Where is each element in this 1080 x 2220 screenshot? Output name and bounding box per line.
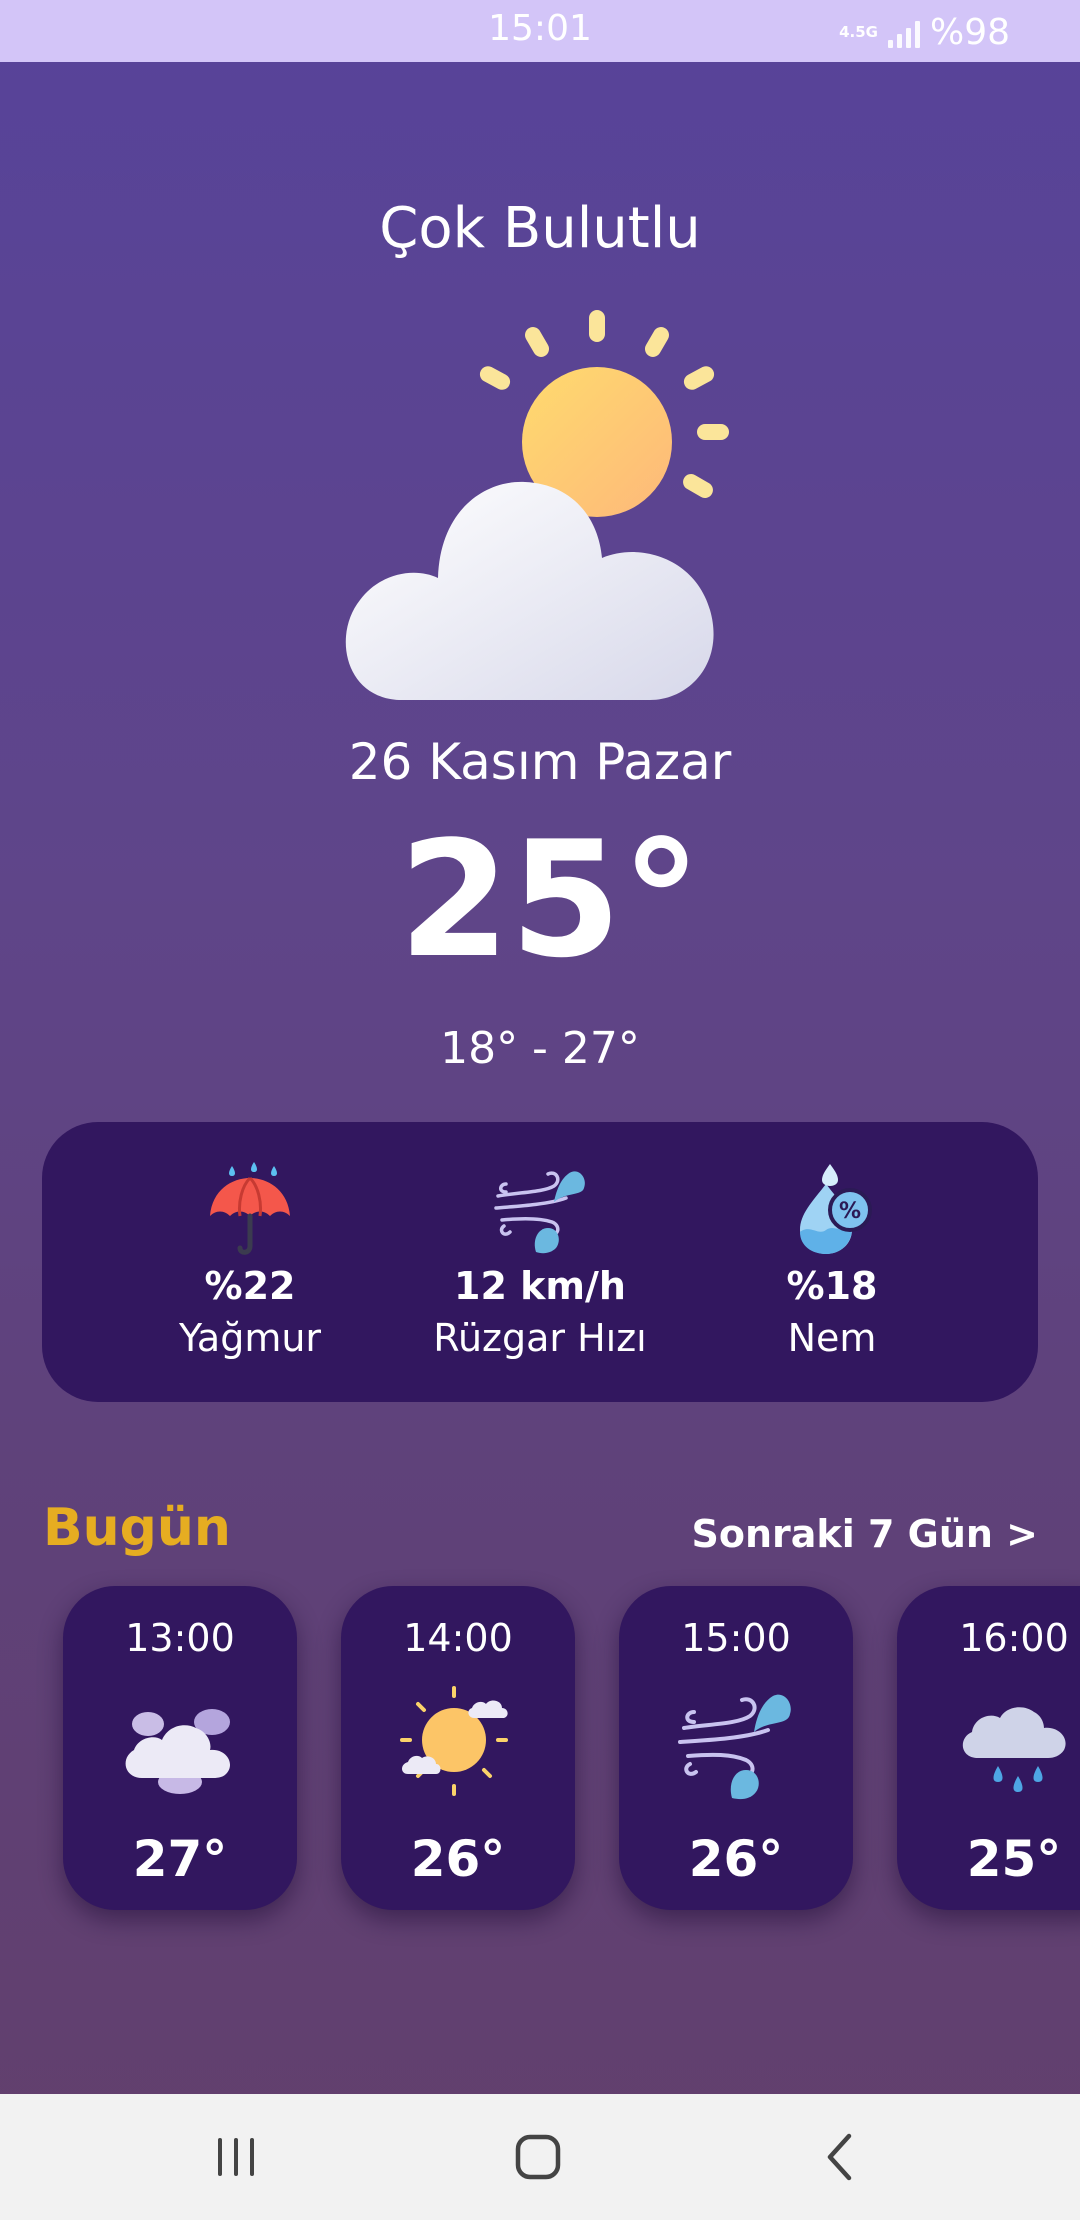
hour-time: 14:00 bbox=[403, 1616, 513, 1660]
sun-behind-cloud-icon bbox=[345, 310, 729, 700]
signal-icon bbox=[887, 18, 920, 48]
hour-temp: 25° bbox=[966, 1830, 1062, 1888]
hour-time: 15:00 bbox=[681, 1616, 791, 1660]
wind-label: Rüzgar Hızı bbox=[433, 1316, 647, 1360]
sun-cloud-icon bbox=[400, 1686, 508, 1796]
next-7-days-link[interactable]: Sonraki 7 Gün > bbox=[692, 1512, 1038, 1556]
hour-temp: 26° bbox=[688, 1830, 784, 1888]
rain-cloud-icon bbox=[962, 1707, 1066, 1792]
hour-time: 16:00 bbox=[959, 1616, 1069, 1660]
hour-temp: 26° bbox=[410, 1830, 506, 1888]
stat-humidity: % %18 Nem bbox=[682, 1162, 982, 1360]
hour-card[interactable]: 15:00 26° bbox=[619, 1586, 853, 1910]
today-title: Bugün bbox=[43, 1498, 231, 1558]
wind-icon bbox=[678, 1694, 791, 1800]
humidity-value: %18 bbox=[786, 1264, 878, 1308]
recent-apps-icon[interactable] bbox=[201, 2122, 271, 2192]
stat-rain: %22 Yağmur bbox=[100, 1162, 400, 1360]
rain-value: %22 bbox=[204, 1264, 296, 1308]
stat-wind: 12 km/h Rüzgar Hızı bbox=[390, 1162, 690, 1360]
home-icon[interactable] bbox=[503, 2122, 573, 2192]
umbrella-icon bbox=[210, 1162, 290, 1255]
battery-level: %98 bbox=[929, 12, 1010, 53]
weather-stats-card: %22 Yağmur 12 km/h Rüzgar Hızı % %18 Nem bbox=[42, 1122, 1038, 1402]
humidity-label: Nem bbox=[787, 1316, 877, 1360]
rain-label: Yağmur bbox=[178, 1316, 322, 1360]
temperature-range: 18° - 27° bbox=[440, 1023, 640, 1074]
weather-condition: Çok Bulutlu bbox=[379, 196, 701, 261]
back-icon[interactable] bbox=[805, 2122, 875, 2192]
date-label: 26 Kasım Pazar bbox=[348, 733, 732, 791]
humidity-icon: % bbox=[800, 1164, 872, 1254]
weather-screen: 15:01 4.5G %98 Çok Bulutlu 26 Kasım Paza… bbox=[0, 0, 1080, 2220]
hour-card[interactable]: 14:00 26° bbox=[341, 1586, 575, 1910]
clouds-icon bbox=[125, 1709, 231, 1794]
network-type-icon: 4.5G bbox=[839, 23, 878, 41]
hour-card[interactable]: 16:00 25° bbox=[897, 1586, 1080, 1910]
svg-text:%: % bbox=[839, 1199, 861, 1224]
hour-temp: 27° bbox=[132, 1830, 228, 1888]
hour-card[interactable]: 13:00 27° bbox=[63, 1586, 297, 1910]
wind-value: 12 km/h bbox=[454, 1264, 626, 1308]
status-bar: 15:01 4.5G %98 bbox=[0, 0, 1080, 62]
status-icons: 4.5G %98 bbox=[839, 12, 1010, 53]
navigation-bar bbox=[0, 2094, 1080, 2220]
wind-icon bbox=[494, 1171, 585, 1254]
current-temperature: 25° bbox=[398, 806, 702, 993]
hour-time: 13:00 bbox=[125, 1616, 235, 1660]
